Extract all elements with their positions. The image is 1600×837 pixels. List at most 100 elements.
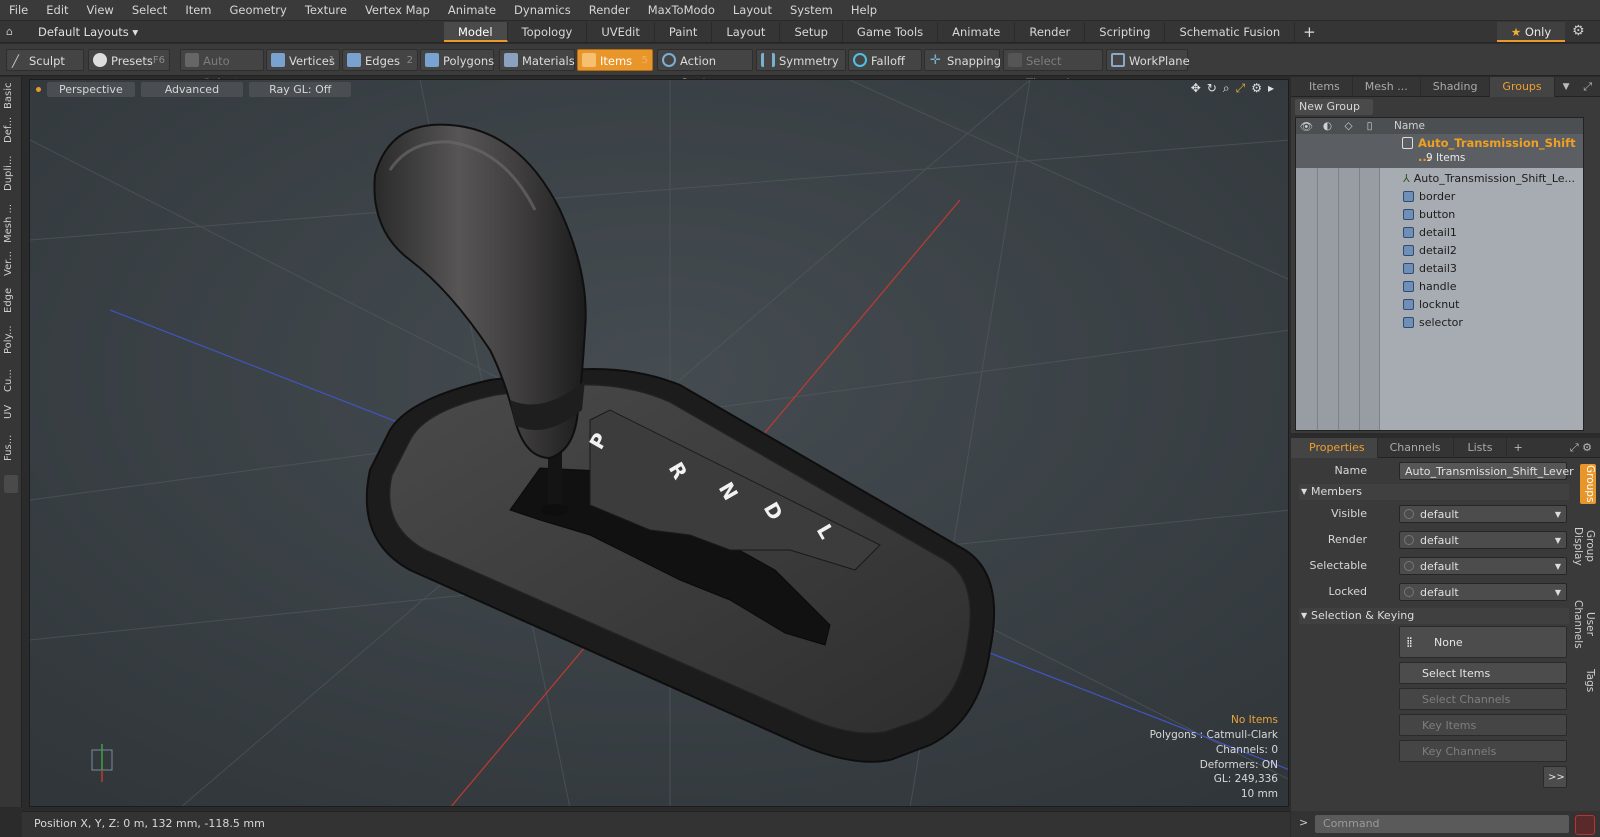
menu-dynamics[interactable]: Dynamics: [505, 0, 580, 21]
add-tab-icon[interactable]: +: [1295, 22, 1324, 42]
viewport-scene[interactable]: P R N D L: [30, 80, 1289, 807]
tab-game-tools[interactable]: Game Tools: [843, 22, 939, 42]
left-tab-uv[interactable]: UV: [3, 401, 19, 423]
left-tab-edge[interactable]: Edge: [3, 285, 19, 315]
auto-select-button[interactable]: Auto Select: [180, 49, 264, 90]
only-toggle[interactable]: ★ Only: [1497, 22, 1565, 42]
falloff-button[interactable]: Falloff: [848, 49, 922, 71]
materials-button[interactable]: Materials: [499, 49, 575, 71]
left-tab-duplicate[interactable]: Dupli...: [3, 151, 19, 195]
menu-maxtomodo[interactable]: MaxToModo: [639, 0, 724, 21]
tab-groups[interactable]: Groups: [1490, 76, 1555, 97]
groups-scrollbar[interactable]: [1589, 117, 1595, 431]
command-input[interactable]: Command: [1315, 815, 1569, 833]
menu-texture[interactable]: Texture: [296, 0, 356, 21]
vertices-button[interactable]: Vertices 1: [266, 49, 340, 71]
tab-properties[interactable]: Properties: [1291, 437, 1378, 458]
render-column-icon[interactable]: ◐: [1317, 120, 1338, 132]
name-field[interactable]: Auto_Transmission_Shift_Lever (:: [1399, 462, 1574, 496]
menu-vertex-map[interactable]: Vertex Map: [356, 0, 439, 21]
layouts-dropdown[interactable]: Default Layouts ▾: [38, 21, 138, 43]
side-tab-user-channels[interactable]: User Channels: [1572, 588, 1596, 660]
rotate-view-icon[interactable]: ↻: [1207, 81, 1217, 96]
home-icon[interactable]: ⌂: [6, 25, 20, 39]
name-column-header[interactable]: Name: [1394, 120, 1425, 132]
more-button[interactable]: >>: [1543, 766, 1567, 788]
gear-icon[interactable]: ⚙: [1572, 23, 1585, 39]
menu-system[interactable]: System: [781, 0, 842, 21]
tab-items[interactable]: Items: [1291, 76, 1353, 97]
3d-viewport[interactable]: P R N D L Perspective Advanced Ray GL: O…: [29, 79, 1289, 807]
polygons-button[interactable]: Polygons: [420, 49, 494, 71]
menu-file[interactable]: File: [0, 0, 37, 21]
menu-select[interactable]: Select: [123, 0, 176, 21]
action-center-button[interactable]: Action Center: [657, 49, 753, 90]
edges-button[interactable]: Edges 2: [342, 49, 418, 71]
key-channels-button[interactable]: Key Channels: [1399, 740, 1567, 762]
sculpt-button[interactable]: ╱ Sculpt: [6, 49, 84, 71]
tab-paint[interactable]: Paint: [655, 22, 713, 42]
left-tab-mesh[interactable]: Mesh ...: [3, 201, 19, 245]
tab-schematic-fusion[interactable]: Schematic Fusion: [1165, 22, 1296, 42]
add-tab-icon[interactable]: +: [1513, 441, 1522, 454]
side-tab-group-display[interactable]: Group Display: [1572, 510, 1596, 582]
menu-view[interactable]: View: [78, 0, 123, 21]
menu-edit[interactable]: Edit: [37, 0, 77, 21]
lock-column-icon[interactable]: ▯: [1359, 120, 1380, 132]
menu-animate[interactable]: Animate: [439, 0, 505, 21]
tabs-dropdown-icon[interactable]: ▼: [1563, 82, 1570, 92]
tab-topology[interactable]: Topology: [508, 22, 588, 42]
left-strip-expand-button[interactable]: [4, 475, 18, 493]
select-through-button[interactable]: Select Through: [1003, 49, 1103, 90]
record-icon[interactable]: [1575, 815, 1595, 835]
snapping-button[interactable]: ✛ Snapping: [924, 49, 1001, 71]
new-group-button[interactable]: New Group: [1295, 99, 1373, 115]
left-tab-polygon[interactable]: Poly...: [3, 319, 19, 361]
tree-item-handle[interactable]: handle: [1381, 278, 1457, 296]
visible-dropdown[interactable]: default ▼: [1399, 505, 1567, 523]
menu-render[interactable]: Render: [580, 0, 639, 21]
render-dropdown[interactable]: default ▼: [1399, 531, 1567, 549]
select-items-button[interactable]: Select Items: [1399, 662, 1567, 684]
left-tab-vertex[interactable]: Ver...: [3, 249, 19, 279]
tree-item-button[interactable]: button: [1381, 206, 1455, 224]
left-tab-deform[interactable]: Def...: [3, 115, 19, 145]
tree-item-selector[interactable]: selector: [1381, 314, 1463, 332]
selectable-dropdown[interactable]: default ▼: [1399, 557, 1567, 575]
workplane-button[interactable]: WorkPlane: [1106, 49, 1190, 71]
side-tab-groups[interactable]: Groups: [1580, 464, 1596, 504]
tab-scripting[interactable]: Scripting: [1085, 22, 1166, 42]
panel-expand-icon[interactable]: ⤢: [1583, 80, 1592, 94]
tab-animate[interactable]: Animate: [938, 22, 1016, 42]
tab-channels[interactable]: Channels: [1378, 437, 1454, 458]
menu-layout[interactable]: Layout: [724, 0, 781, 21]
maximize-view-icon[interactable]: ⤢: [1236, 81, 1246, 96]
tree-item-locator[interactable]: ⅄ Auto_Transmission_Shift_Le...: [1381, 170, 1575, 188]
tab-layout[interactable]: Layout: [712, 22, 781, 42]
tab-model[interactable]: Model: [444, 22, 508, 42]
left-tab-basic[interactable]: Basic: [3, 81, 19, 111]
locked-dropdown[interactable]: default ▼: [1399, 583, 1567, 601]
menu-item[interactable]: Item: [176, 0, 220, 21]
left-tab-curve[interactable]: Cu...: [3, 365, 19, 397]
symmetry-button[interactable]: Symmetry: [756, 49, 846, 71]
items-button[interactable]: Items 5: [577, 49, 653, 71]
presets-button[interactable]: Presets F6: [88, 49, 170, 71]
visibility-eye-icon[interactable]: 👁: [1296, 120, 1317, 133]
menu-geometry[interactable]: Geometry: [221, 0, 296, 21]
tab-lists[interactable]: Lists: [1454, 437, 1508, 458]
advanced-button[interactable]: Advanced: [140, 81, 244, 97]
viewport-menu-dot[interactable]: [36, 86, 41, 92]
tab-mesh[interactable]: Mesh ...: [1353, 76, 1421, 97]
tab-render[interactable]: Render: [1015, 22, 1086, 42]
selection-keying-section[interactable]: ▼ Selection & Keying: [1299, 608, 1569, 624]
tree-item-detail2[interactable]: detail2: [1381, 242, 1457, 260]
left-tab-fusion[interactable]: Fus...: [3, 427, 19, 469]
perspective-button[interactable]: Perspective: [47, 81, 135, 97]
tree-item-border[interactable]: border: [1381, 188, 1455, 206]
tab-uvedit[interactable]: UVEdit: [587, 22, 655, 42]
tree-item-detail3[interactable]: detail3: [1381, 260, 1457, 278]
members-section[interactable]: ▼ Members: [1299, 484, 1569, 500]
key-items-button[interactable]: Key Items: [1399, 714, 1567, 736]
select-channels-button[interactable]: Select Channels: [1399, 688, 1567, 710]
